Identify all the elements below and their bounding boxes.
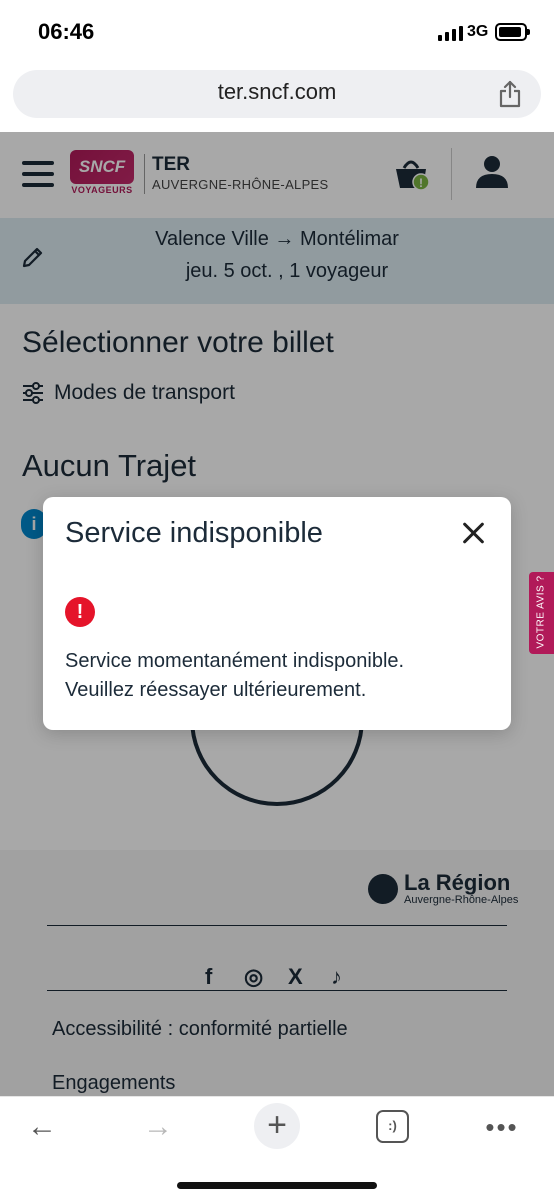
home-indicator — [177, 1182, 377, 1189]
dialog-message-line: Veuillez réessayer ultérieurement. — [65, 679, 367, 701]
network-type: 3G — [467, 23, 489, 40]
address-bar: ter.sncf.com — [0, 62, 554, 132]
dialog-message-line: Service momentanément indisponible. — [65, 650, 405, 672]
status-time: 06:46 — [38, 19, 95, 44]
forward-icon[interactable]: → — [138, 1107, 178, 1147]
more-icon[interactable]: ••• — [480, 1107, 524, 1147]
dialog-message: Service momentanément indisponible. Veui… — [65, 647, 495, 705]
tabs-icon[interactable]: :) — [376, 1110, 409, 1143]
back-icon[interactable]: ← — [22, 1107, 62, 1147]
battery-icon — [495, 23, 530, 41]
error-icon: ! — [65, 597, 95, 627]
signal-icon — [438, 25, 464, 41]
error-dialog: Service indisponible ! Service momentané… — [43, 497, 511, 730]
dialog-title: Service indisponible — [65, 517, 323, 549]
feedback-label: VOTRE AVIS ? — [535, 575, 547, 649]
url-text[interactable]: ter.sncf.com — [0, 79, 554, 105]
status-bar: 06:46 3G — [0, 0, 554, 62]
close-icon[interactable] — [459, 518, 489, 548]
share-icon[interactable] — [498, 80, 522, 113]
new-tab-icon[interactable]: + — [254, 1103, 300, 1149]
